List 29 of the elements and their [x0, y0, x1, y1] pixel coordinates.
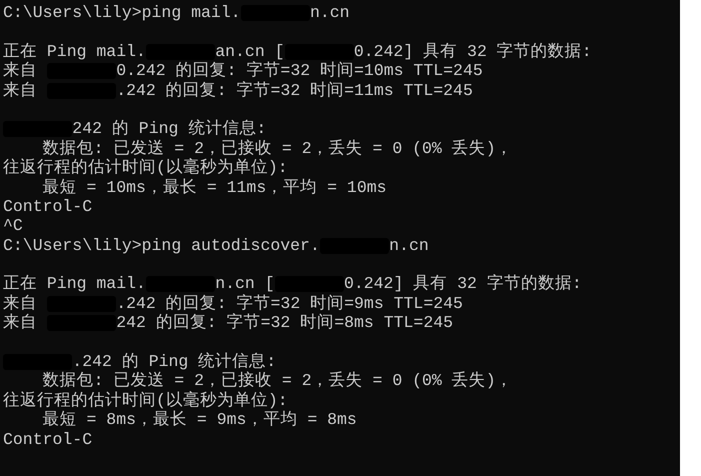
terminal-text: Control-C	[3, 430, 92, 449]
terminal-text: Control-C	[3, 196, 92, 216]
terminal-text: 0.242] 具有 32 字节的数据:	[354, 42, 592, 62]
terminal-text: 正在 Ping mail.	[3, 42, 146, 62]
terminal-text: 正在 Ping mail.	[3, 274, 146, 294]
terminal-text: 来自	[3, 80, 38, 100]
terminal-text: 来自	[3, 313, 38, 333]
terminal-text: 数据包: 已发送 = 2，已接收 = 2，丢失 = 0 (0% 丢失)，	[42, 371, 513, 391]
terminal-text: C:\Users\lily>ping mail.	[3, 3, 241, 22]
terminal-text: n.cn	[389, 236, 429, 256]
terminal-text: 242 的 Ping 统计信息:	[72, 119, 266, 139]
terminal-text: C:\Users\lily>ping autodiscover.	[3, 236, 320, 256]
terminal-text: 0.242 的回复: 字节=32 时间=10ms TTL=245	[116, 61, 483, 81]
terminal-text: 最短 = 8ms，最长 = 9ms，平均 = 8ms	[42, 410, 357, 430]
terminal-text: 往返行程的估计时间(以毫秒为单位):	[3, 158, 288, 178]
terminal-text: n.cn	[310, 3, 350, 22]
terminal-text: 最短 = 10ms，最长 = 11ms，平均 = 10ms	[42, 178, 387, 197]
terminal-text: 来自	[3, 294, 38, 314]
terminal-text: n.cn [	[215, 274, 275, 294]
terminal-text: .242 的回复: 字节=32 时间=9ms TTL=245	[116, 294, 463, 313]
terminal-text: .242 的回复: 字节=32 时间=11ms TTL=245	[116, 80, 473, 100]
terminal-text: an.cn [	[215, 42, 285, 61]
terminal-text: ^C	[3, 216, 23, 236]
terminal-text: 数据包: 已发送 = 2，已接收 = 2，丢失 = 0 (0% 丢失)，	[42, 138, 513, 158]
terminal-text: 往返行程的估计时间(以毫秒为单位):	[3, 390, 288, 410]
terminal-text: .242 的 Ping 统计信息:	[72, 352, 276, 372]
terminal-text: 242 的回复: 字节=32 时间=8ms TTL=245	[116, 313, 454, 333]
terminal-text: 来自	[3, 61, 38, 81]
terminal-text: 0.242] 具有 32 字节的数据:	[344, 274, 582, 294]
